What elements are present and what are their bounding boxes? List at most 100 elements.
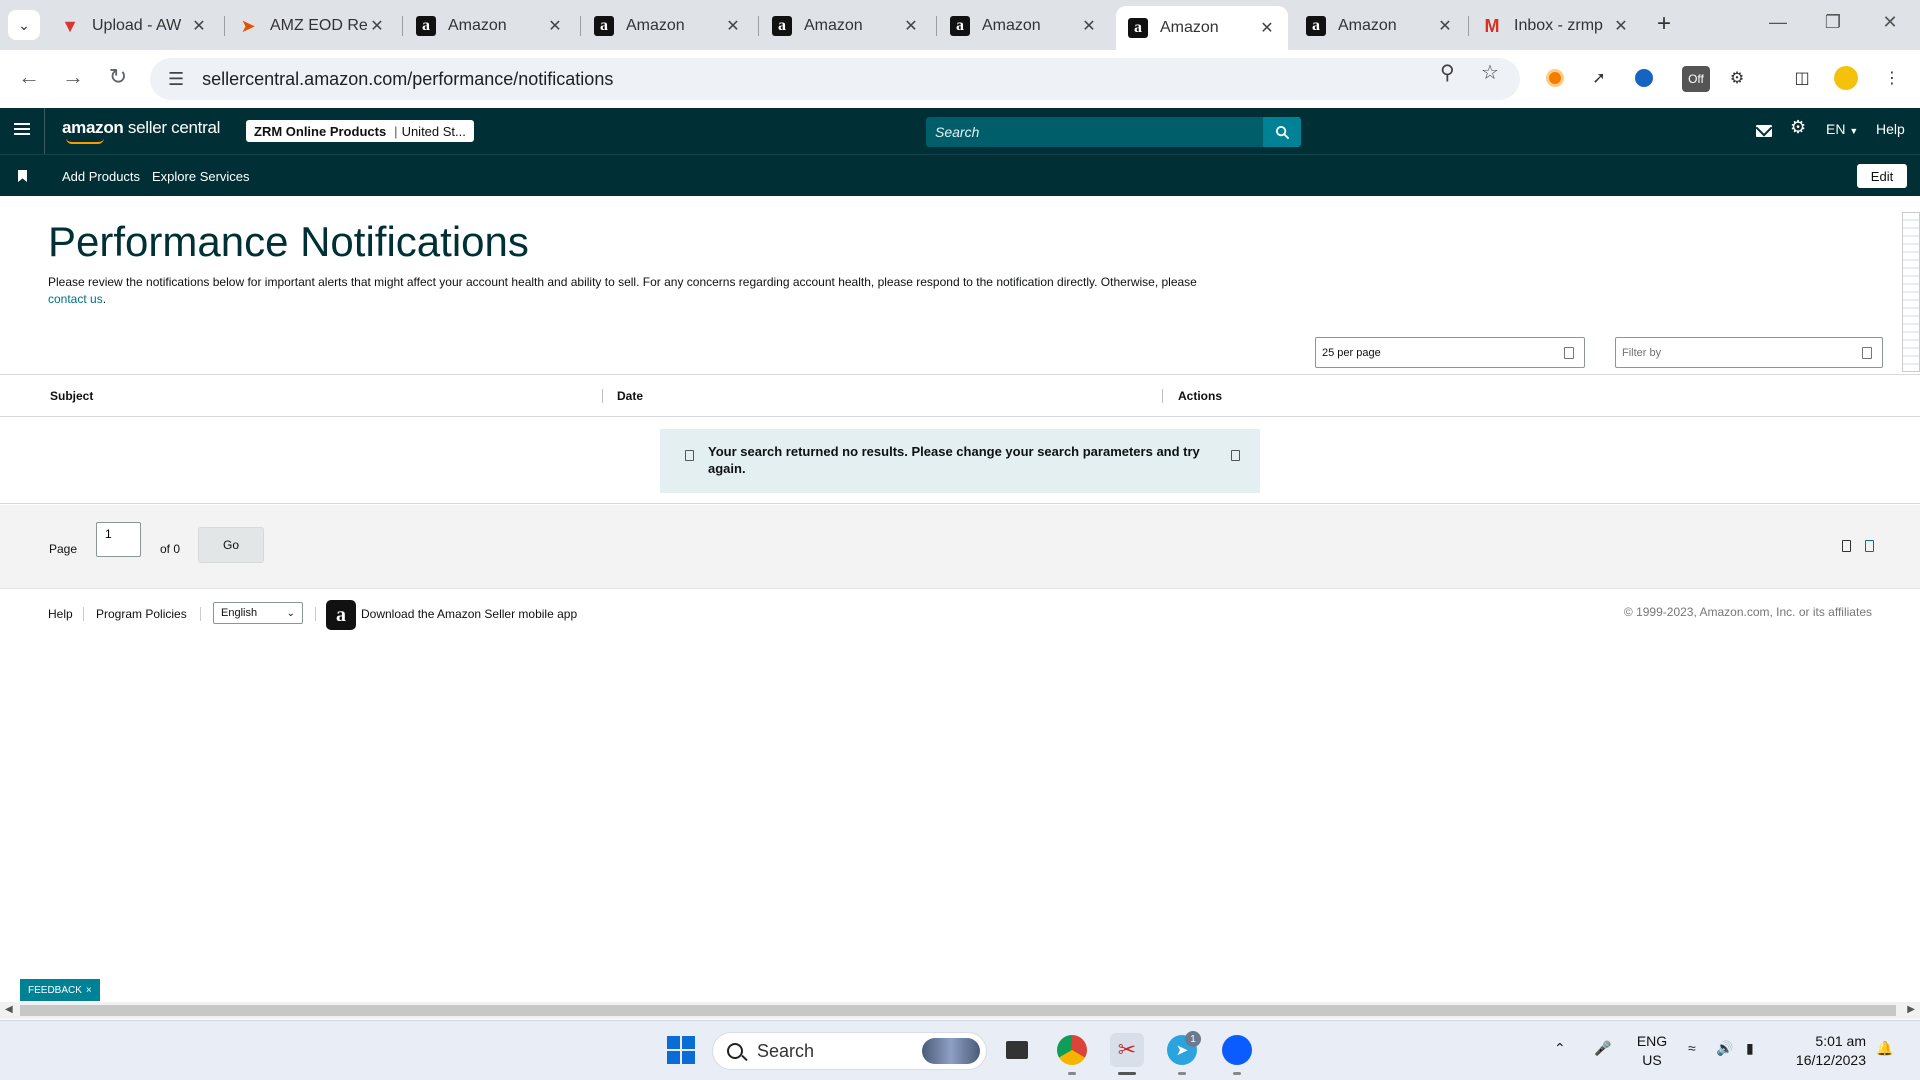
header-search-button[interactable] xyxy=(1263,117,1301,147)
feedback-close-icon[interactable]: × xyxy=(86,985,92,996)
seller-central-logo[interactable]: amazon seller central xyxy=(62,118,220,144)
browser-tab[interactable]: a Amazon ✕ xyxy=(760,8,932,44)
bookmark-explore-services[interactable]: Explore Services xyxy=(152,169,250,184)
alert-dismiss-icon[interactable] xyxy=(1231,450,1240,461)
search-highlight-image xyxy=(922,1038,980,1064)
close-icon[interactable]: ✕ xyxy=(1436,16,1454,36)
page-count-label: of 0 xyxy=(160,542,181,556)
close-icon[interactable]: ✕ xyxy=(724,16,742,36)
extension-arrow-icon[interactable]: ➚ xyxy=(1587,66,1611,90)
previous-page-icon[interactable] xyxy=(1842,540,1851,552)
extension-orange-icon[interactable] xyxy=(1543,66,1567,90)
zoom-app-icon[interactable] xyxy=(1220,1033,1254,1067)
language-selector[interactable]: EN ▼ xyxy=(1826,121,1858,137)
browser-tab[interactable]: M Inbox - zrmp ✕ xyxy=(1470,8,1642,44)
account-region: United St... xyxy=(401,123,466,139)
header-search-input[interactable] xyxy=(926,117,1263,147)
scroll-left-icon[interactable]: ◀ xyxy=(5,1004,13,1015)
extension-blue-icon[interactable] xyxy=(1632,66,1656,90)
input-language-indicator[interactable]: ENG US xyxy=(1636,1032,1668,1070)
chevron-down-icon: ⌄ xyxy=(286,607,295,619)
address-bar[interactable]: ☰ sellercentral.amazon.com/performance/n… xyxy=(150,58,1520,100)
contact-us-link[interactable]: contact us xyxy=(48,292,103,306)
program-policies-link[interactable]: Program Policies xyxy=(96,607,187,621)
restore-icon[interactable]: ❐ xyxy=(1818,12,1848,33)
mail-icon[interactable] xyxy=(1756,125,1772,137)
go-button[interactable]: Go xyxy=(198,527,264,563)
copyright-text: © 1999-2023, Amazon.com, Inc. or its aff… xyxy=(1623,605,1872,619)
close-icon[interactable]: ✕ xyxy=(902,16,920,36)
task-view-icon[interactable] xyxy=(1000,1033,1034,1067)
scrollbar-thumb[interactable] xyxy=(20,1005,1896,1016)
side-panel-icon[interactable]: ◫ xyxy=(1790,66,1814,90)
page-preview-thumbnail[interactable] xyxy=(1902,212,1920,372)
mobile-app-link[interactable]: Download the Amazon Seller mobile app xyxy=(361,607,577,621)
telegram-badge: 1 xyxy=(1185,1031,1201,1047)
close-icon[interactable]: ✕ xyxy=(1612,16,1630,36)
running-indicator xyxy=(1068,1072,1076,1075)
system-clock[interactable]: 5:01 am 16/12/2023 xyxy=(1786,1032,1866,1070)
column-date[interactable]: Date xyxy=(617,389,643,403)
browser-tab[interactable]: a Amazon ✕ xyxy=(1294,8,1466,44)
tab-search-button[interactable]: ⌄ xyxy=(8,10,40,40)
battery-icon[interactable]: ▮ xyxy=(1746,1040,1754,1057)
horizontal-scrollbar[interactable]: ◀ ▶ xyxy=(0,1002,1920,1019)
chrome-icon[interactable] xyxy=(1055,1033,1089,1067)
hamburger-menu-icon[interactable] xyxy=(14,120,30,140)
column-subject[interactable]: Subject xyxy=(50,389,93,403)
notification-bell-icon[interactable]: 🔔 xyxy=(1876,1040,1893,1057)
close-icon[interactable]: ✕ xyxy=(1258,18,1276,38)
close-icon[interactable]: ✕ xyxy=(368,16,386,36)
telegram-icon[interactable]: ➤ 1 xyxy=(1165,1031,1201,1067)
filter-by-select[interactable]: Filter by xyxy=(1615,337,1883,368)
bookmark-star-icon[interactable]: ☆ xyxy=(1481,60,1499,85)
close-icon[interactable]: ✕ xyxy=(1080,16,1098,36)
new-tab-button[interactable]: + xyxy=(1650,12,1678,36)
tray-overflow-icon[interactable]: ⌃ xyxy=(1554,1040,1566,1057)
kebab-menu-icon[interactable]: ⋮ xyxy=(1880,66,1904,90)
extension-off-badge[interactable]: Off xyxy=(1682,66,1710,92)
forward-arrow-icon[interactable]: → xyxy=(58,64,88,90)
start-button[interactable] xyxy=(664,1033,698,1067)
footer-language-select[interactable]: English ⌄ xyxy=(213,602,303,624)
close-icon[interactable]: ✕ xyxy=(190,16,208,36)
site-info-icon[interactable]: ☰ xyxy=(168,69,184,90)
snipping-tool-icon[interactable]: ✂ xyxy=(1110,1033,1144,1067)
browser-tab[interactable]: a Amazon ✕ xyxy=(938,8,1110,44)
tab-title: Amazon xyxy=(982,17,1041,34)
zoom-icon[interactable]: ⚲ xyxy=(1440,60,1455,85)
reload-icon[interactable]: ↻ xyxy=(103,64,133,90)
help-link[interactable]: Help xyxy=(1876,121,1905,137)
minimize-icon[interactable]: — xyxy=(1763,12,1793,33)
edit-bookmarks-button[interactable]: Edit xyxy=(1857,164,1907,188)
browser-tab[interactable]: a Amazon ✕ xyxy=(582,8,754,44)
feedback-tab[interactable]: FEEDBACK × xyxy=(20,979,100,1001)
profile-avatar[interactable] xyxy=(1834,66,1858,90)
aws-icon: ▼ xyxy=(61,15,79,36)
account-switcher[interactable]: ZRM Online Products | United St... xyxy=(246,120,474,142)
browser-tab[interactable]: ➤ AMZ EOD Re ✕ xyxy=(226,8,398,44)
amazon-app-icon[interactable]: a xyxy=(326,600,356,630)
windows-taskbar: Search ✂ ➤ 1 ⌃ 🎤 ENG US ≈ 🔊 ▮ 5:01 am 16… xyxy=(0,1020,1920,1080)
scroll-right-icon[interactable]: ▶ xyxy=(1907,1004,1915,1015)
next-page-icon[interactable] xyxy=(1865,540,1874,552)
back-arrow-icon[interactable]: ← xyxy=(14,64,44,90)
per-page-select[interactable]: 25 per page xyxy=(1315,337,1585,368)
footer-help-link[interactable]: Help xyxy=(48,607,73,621)
wifi-icon[interactable]: ≈ xyxy=(1688,1040,1696,1056)
bookmark-add-products[interactable]: Add Products xyxy=(62,169,140,184)
browser-tab[interactable]: ▼ Upload - AW ✕ xyxy=(48,8,220,44)
settings-gear-icon[interactable]: ⚙ xyxy=(1790,117,1806,138)
microphone-icon[interactable]: 🎤 xyxy=(1594,1040,1611,1057)
extensions-puzzle-icon[interactable]: ⚙ xyxy=(1725,66,1749,90)
bookmark-icon[interactable] xyxy=(18,170,27,182)
window-close-icon[interactable]: ✕ xyxy=(1875,12,1905,33)
taskbar-search[interactable]: Search xyxy=(712,1032,987,1070)
browser-tab[interactable]: a Amazon ✕ xyxy=(404,8,576,44)
volume-icon[interactable]: 🔊 xyxy=(1716,1040,1733,1057)
page-number-input[interactable] xyxy=(96,522,141,557)
close-icon[interactable]: ✕ xyxy=(546,16,564,36)
url-text[interactable]: sellercentral.amazon.com/performance/not… xyxy=(202,69,613,90)
amazon-icon: a xyxy=(1306,16,1326,36)
browser-tab-active[interactable]: a Amazon ✕ xyxy=(1116,6,1288,50)
